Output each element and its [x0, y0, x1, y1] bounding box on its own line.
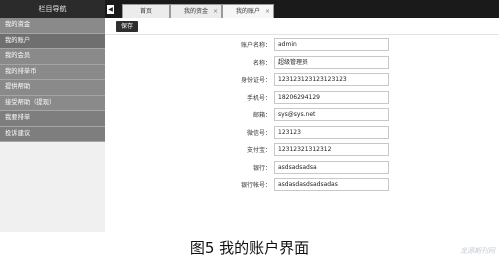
- form-row-name: 名称： 超级管理员: [105, 54, 499, 72]
- tab-home-label: 首页: [139, 8, 152, 15]
- alipay-field[interactable]: 12312321312312: [274, 143, 389, 156]
- sidebar-item-my-members[interactable]: 我的会员: [0, 49, 105, 65]
- app-screen: 栏目导航 我的资金 我的账户 我的会员 我的排单币 提供帮助 接受帮助（提现） …: [0, 0, 499, 232]
- close-icon[interactable]: ×: [265, 5, 270, 18]
- form-row-account-name: 账户名称： admin: [105, 36, 499, 54]
- id-number-field[interactable]: 123123123123123123: [274, 73, 389, 86]
- tab-my-account-label: 我的账户: [235, 8, 260, 15]
- alipay-label: 支付宝：: [246, 147, 271, 154]
- form-row-phone: 手机号： 18206294129: [105, 89, 499, 107]
- tab-bar: ◀ 首页 我的资金 × 我的账户 ×: [105, 0, 499, 18]
- form-row-bank-account: 银行帐号： asdasdasdsadsadas: [105, 176, 499, 194]
- wechat-field[interactable]: 123123: [274, 125, 389, 139]
- sidebar-item-my-account[interactable]: 我的账户: [0, 33, 105, 49]
- toolbar: 保存: [105, 18, 499, 35]
- chevron-left-icon[interactable]: ◀: [107, 5, 114, 14]
- tab-home[interactable]: 首页: [122, 4, 170, 18]
- sidebar-item-my-funds[interactable]: 我的资金: [0, 18, 105, 34]
- name-field[interactable]: 超级管理员: [274, 55, 389, 69]
- id-number-label: 身份证号：: [240, 77, 271, 84]
- bank-label: 银行：: [252, 164, 271, 172]
- bank-field[interactable]: asdsadsadsa: [274, 160, 389, 174]
- save-button[interactable]: 保存: [116, 21, 138, 32]
- tab-my-funds[interactable]: 我的资金 ×: [170, 4, 222, 18]
- account-name-field[interactable]: admin: [274, 38, 389, 51]
- account-name-label: 账户名称：: [240, 42, 271, 49]
- bank-account-label: 银行帐号：: [240, 182, 271, 189]
- wechat-label: 微信号：: [246, 129, 271, 137]
- tab-my-funds-label: 我的资金: [183, 8, 208, 15]
- form-row-id-number: 身份证号： 123123123123123123: [105, 71, 499, 89]
- email-field[interactable]: sys@sys.net: [274, 108, 389, 121]
- watermark: 龙源期刊网: [460, 247, 495, 255]
- phone-field[interactable]: 18206294129: [274, 90, 389, 104]
- sidebar-item-queue[interactable]: 我要排单: [0, 111, 105, 127]
- account-form: 账户名称： admin 名称： 超级管理员 身份证号： 123123123123…: [105, 36, 499, 194]
- sidebar-title: 栏目导航: [0, 0, 105, 18]
- form-row-wechat: 微信号： 123123: [105, 124, 499, 142]
- name-label: 名称：: [252, 59, 271, 67]
- sidebar-item-complaints[interactable]: 投诉建议: [0, 126, 105, 142]
- tab-my-account[interactable]: 我的账户 ×: [222, 4, 274, 18]
- sidebar-item-provide-help[interactable]: 提供帮助: [0, 80, 105, 96]
- form-row-email: 邮箱： sys@sys.net: [105, 106, 499, 124]
- sidebar-item-receive-help[interactable]: 接受帮助（提现）: [0, 95, 105, 111]
- form-row-bank: 银行： asdsadsadsa: [105, 159, 499, 177]
- main-panel: ◀ 首页 我的资金 × 我的账户 × 保存 账户名称： admin 名称： 超级…: [105, 0, 499, 232]
- sidebar-list: 我的资金 我的账户 我的会员 我的排单币 提供帮助 接受帮助（提现） 我要排单 …: [0, 18, 105, 142]
- phone-label: 手机号：: [246, 94, 271, 102]
- sidebar-item-my-tokens[interactable]: 我的排单币: [0, 64, 105, 80]
- close-icon[interactable]: ×: [213, 5, 218, 18]
- bank-account-field[interactable]: asdasdasdsadsadas: [274, 178, 389, 191]
- figure-caption: 图5 我的账户界面: [189, 239, 310, 257]
- email-label: 邮箱：: [252, 112, 271, 119]
- sidebar: 栏目导航 我的资金 我的账户 我的会员 我的排单币 提供帮助 接受帮助（提现） …: [0, 0, 105, 232]
- form-row-alipay: 支付宝： 12312321312312: [105, 141, 499, 159]
